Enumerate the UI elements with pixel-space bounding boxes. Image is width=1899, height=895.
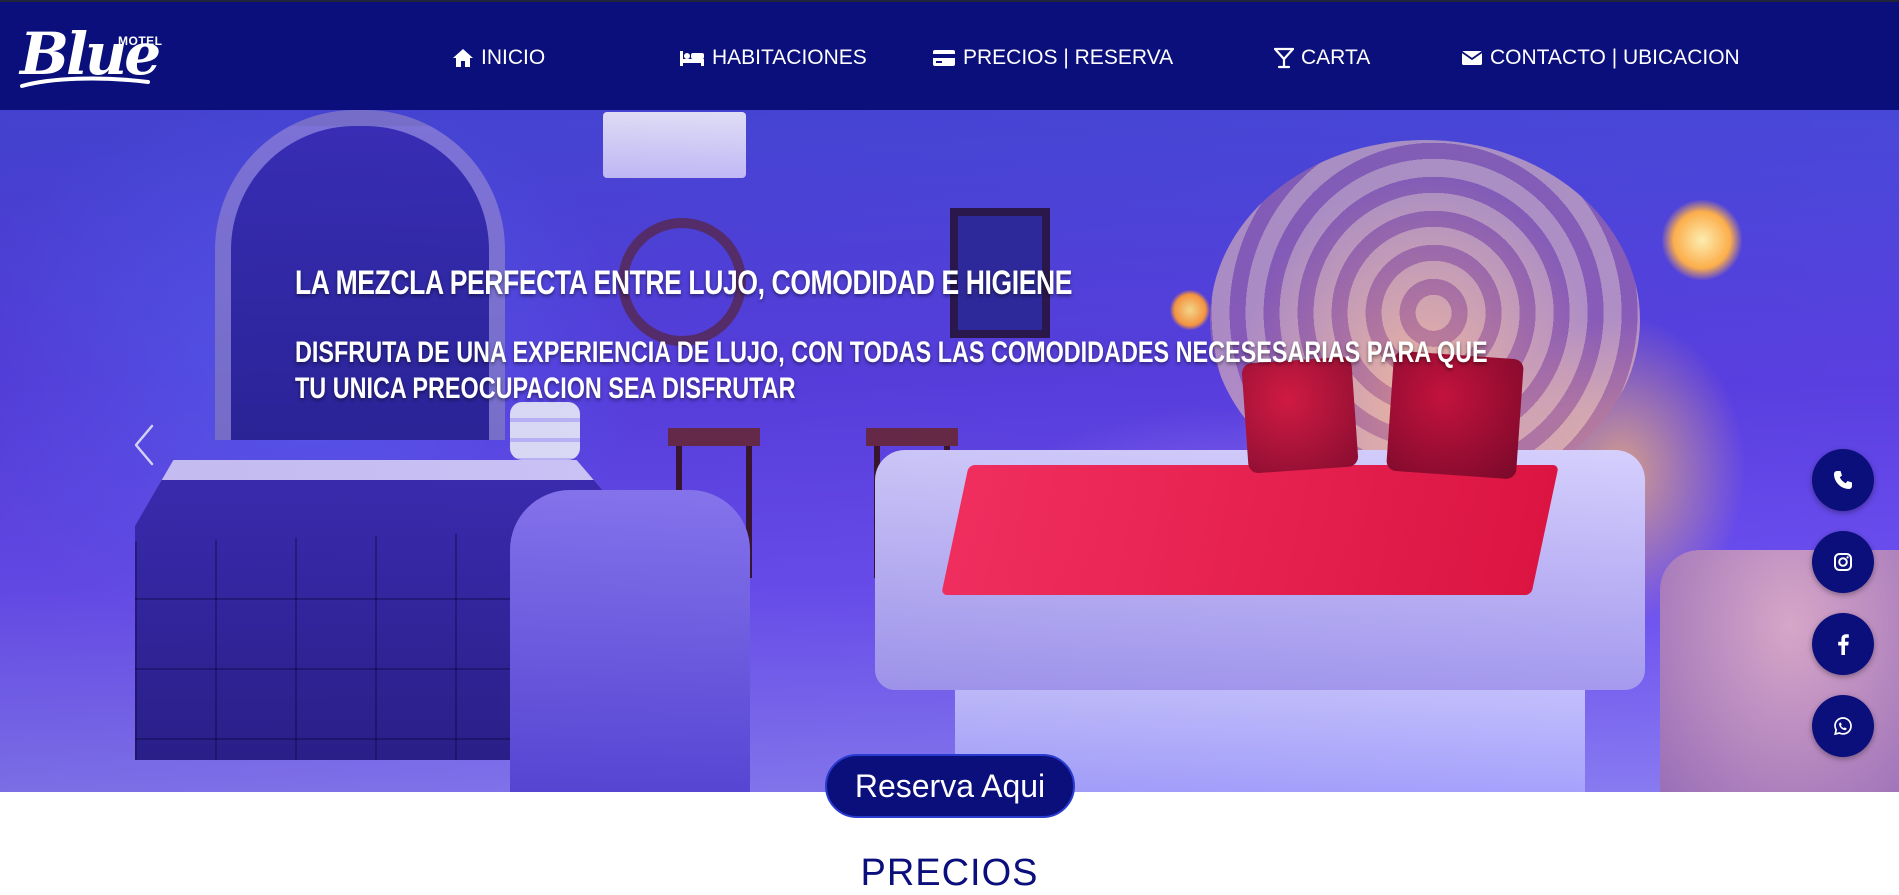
facebook-button[interactable]	[1812, 613, 1874, 675]
home-icon	[453, 49, 473, 67]
nav-item-precios-reserva[interactable]: PRECIOS | RESERVA	[932, 44, 1173, 72]
top-navbar: Blue MOTEL INICIO HABITACIONES PRECIOS |…	[0, 0, 1899, 110]
motel-blue-logo[interactable]: Blue MOTEL	[20, 20, 163, 90]
nav-item-label: CONTACTO | UBICACION	[1490, 46, 1740, 69]
whatsapp-icon	[1834, 717, 1852, 736]
nav-item-label: INICIO	[481, 46, 546, 69]
nav-item-inicio[interactable]: INICIO	[452, 44, 545, 72]
envelope-icon	[1461, 51, 1483, 65]
hero-subtitle: DISFRUTA DE UNA EXPERIENCIA DE LUJO, CON…	[295, 336, 1488, 405]
bed-icon	[680, 51, 704, 66]
logo-swoosh-icon	[20, 76, 150, 88]
nav-item-label: CARTA	[1301, 46, 1371, 69]
phone-button[interactable]	[1812, 449, 1874, 511]
hero-title: LA MEZCLA PERFECTA ENTRE LUJO, COMODIDAD…	[295, 264, 1073, 302]
facebook-icon	[1838, 634, 1849, 655]
nav-item-carta[interactable]: CARTA	[1274, 44, 1370, 72]
hero-carousel: LA MEZCLA PERFECTA ENTRE LUJO, COMODIDAD…	[0, 110, 1899, 792]
nav-item-label: PRECIOS | RESERVA	[963, 46, 1174, 69]
logo-motel-text: MOTEL	[118, 34, 163, 48]
reserve-button[interactable]: Reserva Aqui	[825, 754, 1075, 818]
carousel-prev-button[interactable]	[128, 420, 158, 470]
instagram-icon	[1834, 553, 1852, 571]
chevron-left-icon	[134, 424, 154, 466]
cocktail-icon	[1274, 47, 1294, 69]
nav-item-label: HABITACIONES	[712, 46, 867, 69]
hero-overlay	[0, 110, 1899, 792]
credit-card-icon	[933, 50, 955, 66]
section-title-precios: PRECIOS	[860, 852, 1039, 894]
phone-icon	[1834, 471, 1852, 489]
nav-item-habitaciones[interactable]: HABITACIONES	[679, 44, 867, 72]
whatsapp-button[interactable]	[1812, 695, 1874, 757]
instagram-button[interactable]	[1812, 531, 1874, 593]
nav-item-contacto-ubicacion[interactable]: CONTACTO | UBICACION	[1461, 44, 1740, 72]
